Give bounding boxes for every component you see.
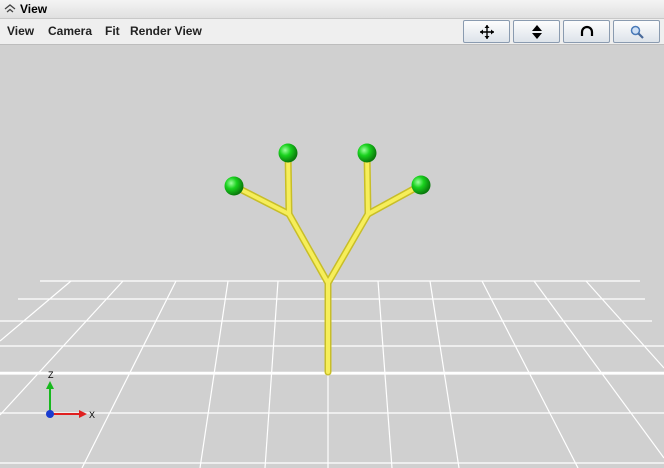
axis-x-label: X: [89, 410, 95, 420]
branch-tip: [278, 143, 298, 163]
move-down-icon: [532, 25, 542, 39]
menu-view[interactable]: View: [7, 24, 34, 38]
orbit-icon: [580, 25, 594, 36]
move-down-button[interactable]: [513, 20, 560, 43]
zoom-button[interactable]: [613, 20, 660, 43]
menu-render-view[interactable]: Render View: [130, 24, 202, 38]
orbit-button[interactable]: [563, 20, 610, 43]
branch-tips: [224, 143, 431, 196]
tree-branches-highlight: [232, 151, 423, 374]
branch-tip: [411, 175, 431, 195]
ground-grid: [0, 280, 664, 468]
menu-fit[interactable]: Fit: [105, 24, 120, 38]
branch-tip: [357, 143, 377, 163]
window-title: View: [20, 2, 48, 16]
axis-z-label: Z: [48, 370, 54, 380]
window-icon[interactable]: [4, 4, 16, 14]
title-bar: View: [0, 0, 664, 19]
branch-tip: [224, 176, 244, 196]
3d-viewport[interactable]: Z X: [0, 45, 664, 468]
zoom-icon: [630, 25, 644, 39]
menu-camera[interactable]: Camera: [48, 24, 92, 38]
pan-button[interactable]: [463, 20, 510, 43]
menu-bar: View Camera Fit Render View: [0, 19, 664, 45]
pan-icon: [480, 25, 494, 39]
